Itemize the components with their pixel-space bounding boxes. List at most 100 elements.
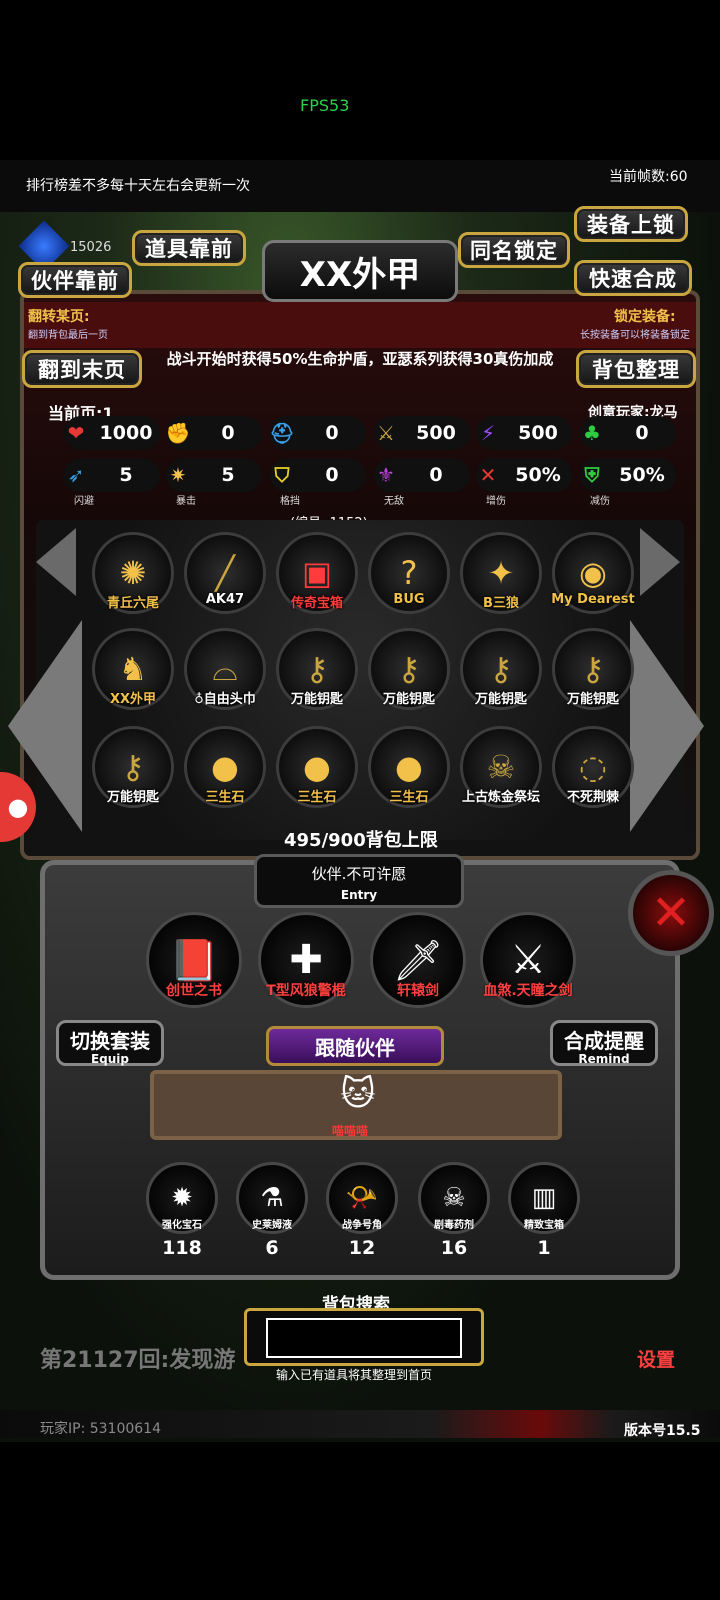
item-slot[interactable]: ♞ XX外甲 xyxy=(92,628,183,710)
same-name-lock-button[interactable]: 同名锁定 xyxy=(458,232,570,268)
key-icon: ⚷ xyxy=(397,650,421,688)
stat-pill: ⚜ 0 xyxy=(374,458,470,492)
item-slot[interactable]: ⚷ 万能钥匙 xyxy=(368,628,459,710)
frame-count: 当前帧数:60 xyxy=(609,169,688,185)
item-label: ♁自由头巾 xyxy=(194,692,256,707)
item-label: 万能钥匙 xyxy=(566,692,619,707)
item-slot[interactable]: ● 三生石 xyxy=(368,726,459,808)
craft-remind-button[interactable]: 合成提醒 Remind xyxy=(550,1020,658,1066)
search-input[interactable] xyxy=(266,1318,462,1358)
stone-icon: ● xyxy=(303,748,331,786)
dodge-icon: ➶ xyxy=(67,463,85,487)
material-slot[interactable]: ☠ 剧毒药剂 16 xyxy=(418,1162,494,1259)
partner-front-button[interactable]: 伙伴靠前 xyxy=(18,262,132,298)
last-page-button[interactable]: 翻到末页 xyxy=(22,350,142,388)
partner-label: 血煞.天瞳之剑 xyxy=(483,983,573,999)
item-label: 三生石 xyxy=(205,790,245,805)
item-slot[interactable]: ? BUG xyxy=(368,532,459,614)
item-label: 万能钥匙 xyxy=(474,692,527,707)
item-label: XX外甲 xyxy=(109,692,157,707)
hint-strip xyxy=(24,302,696,348)
baton-icon: ✚ xyxy=(289,937,323,983)
material-slot[interactable]: ▥ 精致宝箱 1 xyxy=(508,1162,584,1259)
item-slot[interactable]: ● 三生石 xyxy=(276,726,367,808)
close-button[interactable]: ✕ xyxy=(628,870,714,956)
entry-plate: 伙伴.不可许愿 Entry xyxy=(254,854,464,908)
prev-small-arrow[interactable] xyxy=(36,528,76,596)
strength-icon: ✊ xyxy=(165,421,191,445)
stat-value: 0 xyxy=(325,464,339,486)
horn-icon: 📯 xyxy=(345,1183,379,1213)
item-label: 万能钥匙 xyxy=(290,692,343,707)
item-slot[interactable]: ╱ AK47 xyxy=(184,532,275,614)
stone-icon: ● xyxy=(395,748,423,786)
item-slot[interactable]: ⚷ 万能钥匙 xyxy=(552,628,643,710)
invincible-icon: ⚜ xyxy=(377,463,395,487)
bag-capacity: 495/900背包上限 xyxy=(284,830,438,851)
sword-icon: 🗡 xyxy=(392,937,444,984)
item-label: 青丘六尾 xyxy=(106,596,159,611)
follow-partner-title: 跟随伙伴 xyxy=(266,1026,444,1066)
book-icon: 📕 xyxy=(169,937,219,984)
thorn-ring-icon: ◌ xyxy=(579,748,607,786)
fox-icon: ✺ xyxy=(119,554,147,592)
switch-set-label: 切换套装 xyxy=(70,1029,150,1053)
stat-item: ⛨ 50% 减伤 xyxy=(580,458,676,507)
material-slot[interactable]: ✹ 强化宝石 118 xyxy=(146,1162,222,1259)
poison-icon: ☠ xyxy=(442,1183,466,1213)
switch-set-sub: Equip xyxy=(90,1052,130,1066)
stat-pill: ⛨ 50% xyxy=(580,458,676,492)
lock-sub: 长按装备可以将装备锁定 xyxy=(580,330,690,341)
stat-value: 500 xyxy=(416,422,456,444)
stat-item: ⛑ 0 xyxy=(269,416,366,450)
item-slot[interactable]: ◉ My Dearest xyxy=(551,532,643,614)
equip-lock-button[interactable]: 装备上锁 xyxy=(574,206,688,242)
switch-set-button[interactable]: 切换套装 Equip xyxy=(56,1020,164,1066)
item-slot[interactable]: ✺ 青丘六尾 xyxy=(92,532,183,614)
chest-icon: ▣ xyxy=(301,554,333,592)
quick-craft-button[interactable]: 快速合成 xyxy=(574,260,692,296)
sword-icon: ⚔ xyxy=(377,421,395,445)
item-label: 三生石 xyxy=(389,790,429,805)
item-label: My Dearest xyxy=(551,592,635,607)
stat-item: ⚔ 500 xyxy=(374,416,470,450)
item-slot[interactable]: ⚷ 万能钥匙 xyxy=(276,628,367,710)
item-slot[interactable]: ✦ B三狼 xyxy=(460,532,551,614)
orb-icon: ◉ xyxy=(579,554,607,592)
material-slot[interactable]: ⚗ 史莱姆液 6 xyxy=(236,1162,312,1259)
stat-item: ❤ 1000 xyxy=(64,416,160,450)
material-count: 6 xyxy=(265,1237,279,1259)
item-slot[interactable]: ● 三生石 xyxy=(184,726,275,808)
item-slot[interactable]: ⚷ 万能钥匙 xyxy=(460,628,551,710)
stat-item: ♣ 0 xyxy=(580,416,676,450)
pet-label: 喵喵喵 xyxy=(332,1124,369,1138)
gem-green-icon: ✹ xyxy=(171,1183,193,1213)
stat-item: ✷ 5 暴击 xyxy=(166,458,262,507)
stat-value: 5 xyxy=(221,464,235,486)
damage-down-icon: ⛨ xyxy=(584,463,600,487)
rifle-icon: ╱ xyxy=(215,554,235,592)
block-icon: ⛉ xyxy=(274,463,290,487)
wolf-icon: ✦ xyxy=(487,554,515,592)
item-front-button[interactable]: 道具靠前 xyxy=(132,230,246,266)
item-slot[interactable]: ⚷ 万能钥匙 xyxy=(92,726,183,808)
stat-name: 格挡 xyxy=(280,496,300,507)
stone-icon: ● xyxy=(211,748,239,786)
bag-sort-button[interactable]: 背包整理 xyxy=(576,350,696,388)
settings-button[interactable]: 设置 xyxy=(637,1345,675,1372)
lightning-icon: ⚡ xyxy=(480,421,496,445)
stat-pill: ➶ 5 xyxy=(64,458,160,492)
stat-name: 无敌 xyxy=(384,496,404,507)
item-slot[interactable]: ▣ 传奇宝箱 xyxy=(276,532,367,614)
stat-pill: ❤ 1000 xyxy=(64,416,160,450)
heart-icon: ❤ xyxy=(67,421,85,445)
stat-name: 暴击 xyxy=(176,496,196,507)
material-slot[interactable]: 📯 战争号角 12 xyxy=(326,1162,402,1259)
item-slot[interactable]: ☠ 上古炼金祭坛 xyxy=(460,726,551,808)
stat-value: 0 xyxy=(429,464,443,486)
next-small-arrow[interactable] xyxy=(640,528,680,596)
version-number: 版本号15.5 xyxy=(624,1423,701,1439)
partner-slot[interactable]: ⚔ 血煞.天瞳之剑 xyxy=(480,912,598,1008)
item-slot[interactable]: ⌓ ♁自由头巾 xyxy=(184,628,275,710)
item-slot[interactable]: ◌ 不死荆棘 xyxy=(552,726,643,808)
